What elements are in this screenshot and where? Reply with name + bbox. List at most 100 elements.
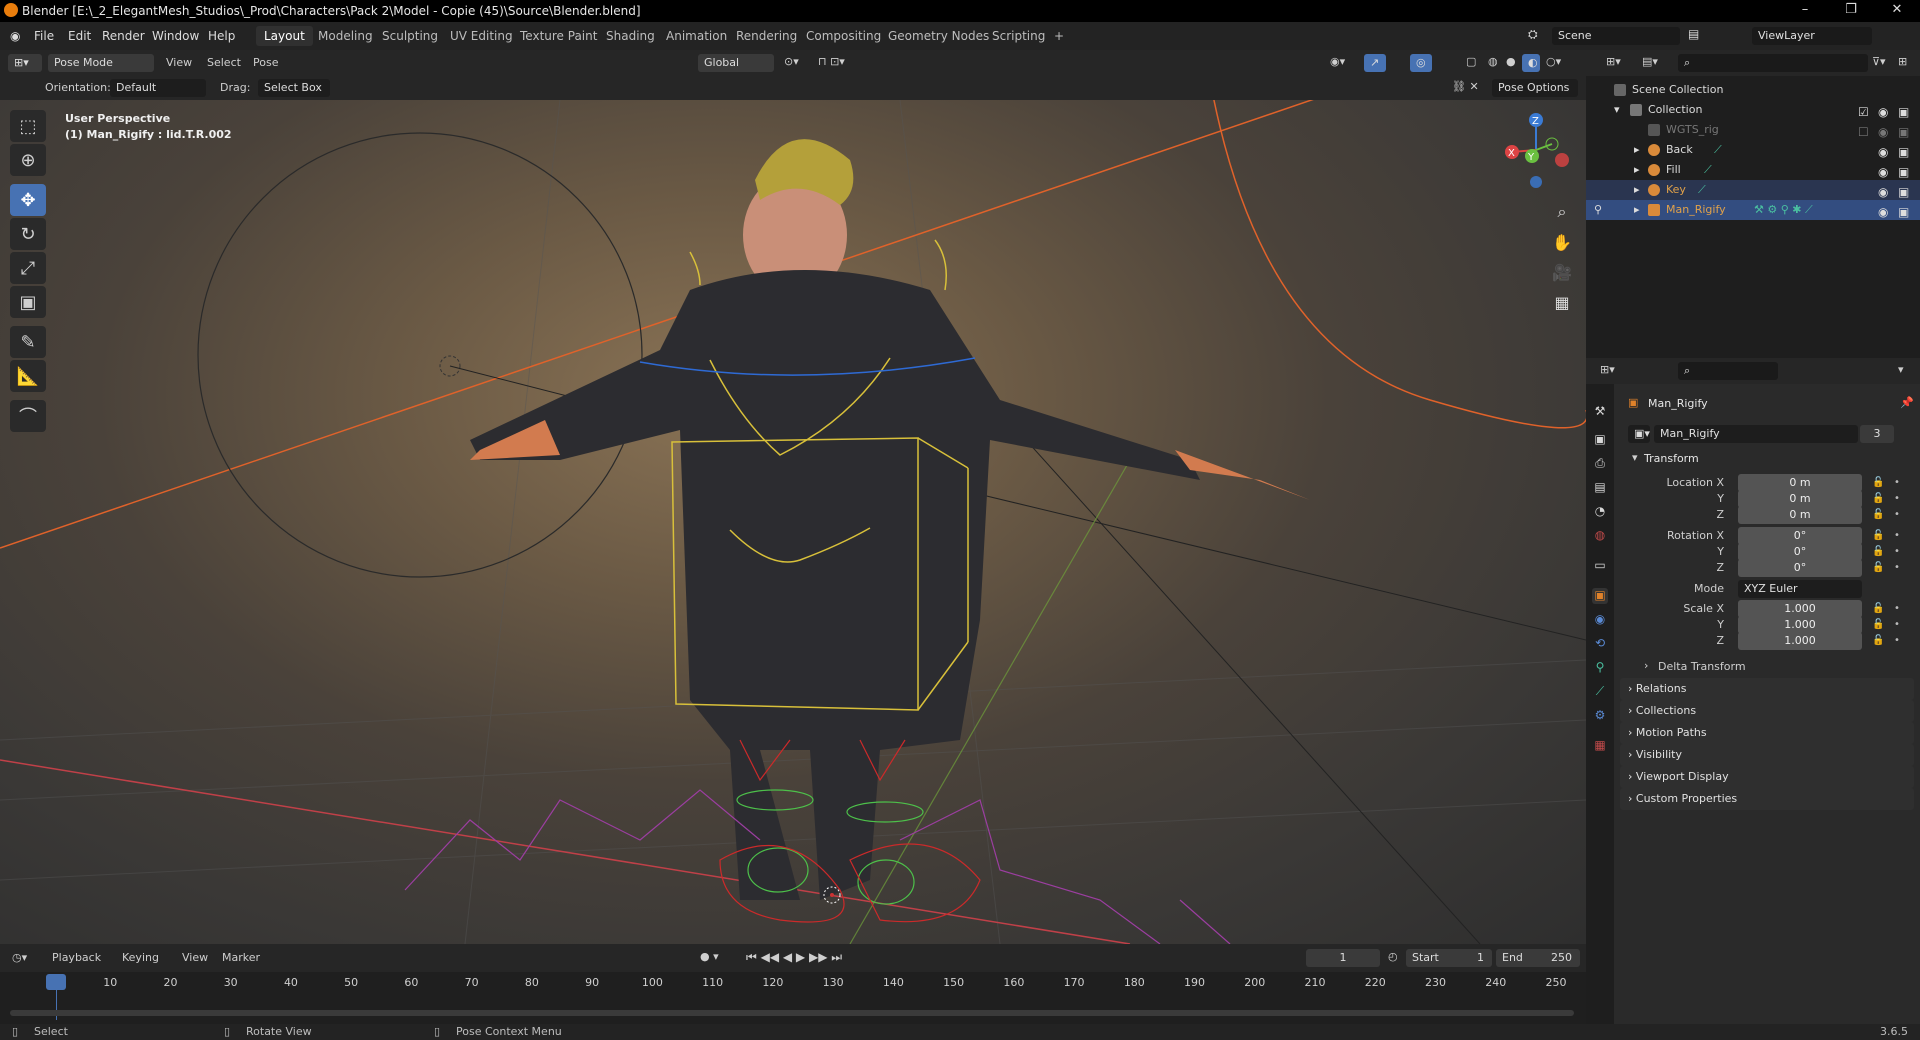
zoom-icon[interactable]: ⌕ <box>1548 198 1576 226</box>
tab-rendering[interactable]: Rendering <box>728 26 805 46</box>
camera-view-icon[interactable]: 🎥 <box>1548 258 1576 286</box>
move-tool-icon[interactable]: ✥ <box>10 184 46 216</box>
tab-sculpting[interactable]: Sculpting <box>374 26 446 46</box>
menu-render[interactable]: Render <box>102 29 145 43</box>
editor-type-button[interactable]: ⊞▾ <box>8 54 42 72</box>
properties-search-input[interactable]: ⌕ <box>1678 362 1778 380</box>
transform-tool-icon[interactable]: ▣ <box>10 286 46 318</box>
overlay-toggle-icon[interactable]: ◎ <box>1410 54 1432 72</box>
navigation-gizmo[interactable]: Z X Y <box>1496 110 1576 190</box>
physics-tab-icon[interactable]: ◉ <box>1592 612 1608 628</box>
properties-options-icon[interactable]: ▾ <box>1898 363 1904 376</box>
viewlayer-selector[interactable]: ViewLayer <box>1752 27 1872 45</box>
select-box-tool-icon[interactable]: ⬚ <box>10 110 46 142</box>
viewlayer-icon[interactable]: ▤ <box>1688 27 1699 41</box>
cursor-tool-icon[interactable]: ⊕ <box>10 144 46 176</box>
outliner-row-fill[interactable]: ▸ Fill ⟋ ◉ ▣ <box>1586 160 1920 180</box>
keyframe-dot-icon[interactable]: • <box>1894 546 1900 557</box>
minimize-button[interactable]: – <box>1782 2 1828 20</box>
drag-selector[interactable]: Select Box <box>258 79 330 97</box>
panel-motion-paths[interactable]: › Motion Paths <box>1620 722 1914 744</box>
playhead[interactable] <box>46 974 66 990</box>
view-menu[interactable]: View <box>182 951 208 964</box>
camera-icon[interactable]: ▣ <box>1898 162 1909 182</box>
3d-viewport[interactable]: User Perspective (1) Man_Rigify : lid.T.… <box>0 100 1586 944</box>
lock-icon[interactable]: 🔓 <box>1872 603 1884 614</box>
lock-icon[interactable]: 🔓 <box>1872 562 1884 573</box>
keyframe-dot-icon[interactable]: • <box>1894 635 1900 646</box>
pose-options-button[interactable]: Pose Options <box>1492 79 1578 97</box>
pose-mode-icon[interactable]: ⚲ <box>1594 200 1602 220</box>
orientation-selector[interactable]: Default <box>110 79 206 97</box>
keying-menu[interactable]: Keying <box>122 951 159 964</box>
tool-tab-icon[interactable]: ⚒ <box>1592 404 1608 420</box>
scale-tool-icon[interactable]: ⤢ <box>10 252 46 284</box>
transform-orientation-selector[interactable]: Global <box>698 54 774 72</box>
filter-icon[interactable]: ⊽▾ <box>1872 55 1886 68</box>
blender-menu-icon[interactable]: ◉ <box>10 29 20 43</box>
menu-view[interactable]: View <box>166 56 192 69</box>
bone-constraints-tab-icon[interactable]: ⚙ <box>1592 708 1608 724</box>
keyframe-dot-icon[interactable]: • <box>1894 603 1900 614</box>
scene-tab-icon[interactable]: ◔ <box>1592 504 1608 520</box>
expand-arrow-icon[interactable]: ▸ <box>1634 180 1640 200</box>
keyframe-dot-icon[interactable]: • <box>1894 477 1900 488</box>
eye-icon[interactable]: ◉ <box>1878 182 1888 202</box>
location-z-field[interactable]: 0 m <box>1738 506 1862 524</box>
camera-icon[interactable]: ▣ <box>1898 102 1909 122</box>
outliner-search-input[interactable]: ⌕ <box>1678 54 1868 72</box>
keyframe-dot-icon[interactable]: • <box>1894 493 1900 504</box>
pivot-icon[interactable]: ⊙▾ <box>784 55 799 68</box>
transform-collapse-icon[interactable]: ▾ <box>1632 451 1638 464</box>
expand-arrow-icon[interactable]: ▸ <box>1634 160 1640 180</box>
tab-texture-paint[interactable]: Texture Paint <box>512 26 605 46</box>
menu-help[interactable]: Help <box>208 29 235 43</box>
mode-selector[interactable]: Pose Mode <box>48 54 154 72</box>
eye-icon[interactable]: ◉ <box>1878 202 1888 222</box>
shading-rendered-icon[interactable]: ○▾ <box>1546 55 1561 68</box>
keyframe-dot-icon[interactable]: • <box>1894 509 1900 520</box>
menu-pose[interactable]: Pose <box>253 56 278 69</box>
shading-wireframe-icon[interactable]: ◍ <box>1488 55 1498 68</box>
outliner-row-scene-collection[interactable]: Scene Collection <box>1586 80 1920 100</box>
timeline-body[interactable]: 1102030405060708090100110120130140150160… <box>0 972 1586 1024</box>
panel-relations[interactable]: › Relations <box>1620 678 1914 700</box>
expand-arrow-icon[interactable]: ▸ <box>1634 140 1640 160</box>
measure-tool-icon[interactable]: 📐 <box>10 360 46 392</box>
new-collection-icon[interactable]: ⊞ <box>1898 55 1907 68</box>
eye-icon[interactable]: ◉ <box>1878 122 1888 142</box>
menu-select[interactable]: Select <box>207 56 241 69</box>
timeline-editor-icon[interactable]: ◷▾ <box>12 951 27 964</box>
gizmo-toggle-icon[interactable]: ↗ <box>1364 54 1386 72</box>
keyframe-dot-icon[interactable]: • <box>1894 619 1900 630</box>
panel-collections[interactable]: › Collections <box>1620 700 1914 722</box>
maximize-button[interactable]: ❐ <box>1828 2 1874 20</box>
lock-icon[interactable]: 🔓 <box>1872 493 1884 504</box>
output-tab-icon[interactable]: ⎙ <box>1592 456 1608 472</box>
lock-icon[interactable]: 🔓 <box>1872 530 1884 541</box>
world-tab-icon[interactable]: ◍ <box>1592 528 1608 544</box>
rotation-mode-select[interactable]: XYZ Euler <box>1738 580 1862 598</box>
outliner-row-key[interactable]: ▸ Key ⟋ ◉ ▣ <box>1586 180 1920 200</box>
lock-icon[interactable]: 🔓 <box>1872 635 1884 646</box>
outliner-row-wgts[interactable]: WGTS_rig ☐ ◉ ▣ <box>1586 120 1920 140</box>
tab-compositing[interactable]: Compositing <box>798 26 889 46</box>
playback-menu[interactable]: Playback <box>52 951 101 964</box>
end-frame-field[interactable]: End 250 <box>1496 949 1580 967</box>
light-data-icon[interactable]: ⟋ <box>1704 160 1712 180</box>
outliner-row-collection[interactable]: ▾ Collection ☑ ◉ ▣ <box>1586 100 1920 120</box>
annotate-tool-icon[interactable]: ✎ <box>10 326 46 358</box>
shading-solid-icon[interactable]: ● <box>1506 55 1516 68</box>
eye-icon[interactable]: ◉ <box>1878 102 1888 122</box>
collection-tab-icon[interactable]: ▭ <box>1592 558 1608 574</box>
menu-window[interactable]: Window <box>152 29 199 43</box>
scale-z-field[interactable]: 1.000 <box>1738 632 1862 650</box>
visibility-icon[interactable]: ◉▾ <box>1330 55 1345 68</box>
record-button[interactable]: ● ▾ <box>700 950 719 963</box>
menu-file[interactable]: File <box>34 29 54 43</box>
eye-icon[interactable]: ◉ <box>1878 162 1888 182</box>
camera-icon[interactable]: ▣ <box>1898 182 1909 202</box>
snap-icon[interactable]: ⊓ ⊡▾ <box>818 55 845 68</box>
outliner-row-back[interactable]: ▸ Back ⟋ ◉ ▣ <box>1586 140 1920 160</box>
playback-controls[interactable]: ⏮ ◀◀ ◀ ▶ ▶▶ ⏭ <box>746 950 842 965</box>
